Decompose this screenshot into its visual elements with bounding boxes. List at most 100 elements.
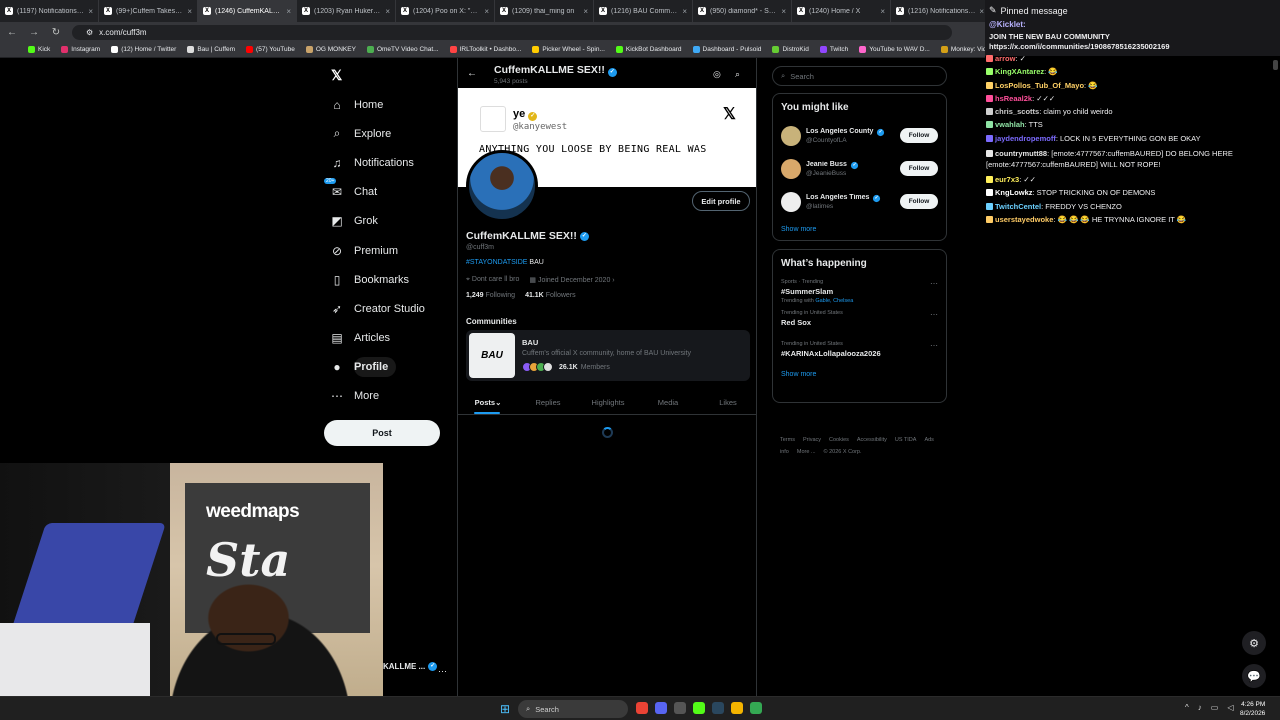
browser-tab[interactable]: X (1246) CuffemKALLME × bbox=[198, 0, 297, 22]
site-info-icon[interactable]: ⚙ bbox=[86, 28, 93, 37]
bio-hashtag[interactable]: #STAYONDATSIDE bbox=[466, 259, 527, 266]
obs-icon[interactable] bbox=[674, 702, 686, 714]
nav-item-chat[interactable]: ✉ 20+ Chat bbox=[324, 178, 464, 207]
forward-icon[interactable]: → bbox=[28, 27, 40, 38]
grok-icon[interactable]: ◎ bbox=[713, 69, 721, 80]
chat-username[interactable]: userstayedwoke bbox=[995, 215, 1053, 224]
chat-username[interactable]: KngLowkz bbox=[995, 188, 1033, 197]
file-explorer-icon[interactable] bbox=[731, 702, 743, 714]
chrome-icon[interactable] bbox=[636, 702, 648, 714]
close-tab-icon[interactable]: × bbox=[979, 7, 984, 16]
back-arrow-icon[interactable]: ← bbox=[467, 68, 477, 79]
profile-avatar[interactable] bbox=[466, 150, 538, 222]
bookmark-item[interactable]: OmeTV Video Chat... bbox=[366, 46, 439, 53]
browser-tab[interactable]: X (1240) Home / X × bbox=[792, 0, 891, 22]
close-tab-icon[interactable]: × bbox=[187, 7, 192, 16]
browser-tab[interactable]: X (950) diamond* - STFU × bbox=[693, 0, 792, 22]
bookmark-item[interactable]: DistroKid bbox=[772, 46, 809, 53]
nav-item-bookmarks[interactable]: ▯ Bookmarks bbox=[324, 265, 464, 294]
footer-link[interactable]: Accessibility bbox=[857, 437, 887, 443]
browser-tab[interactable]: X (1216) BAU Communit × bbox=[594, 0, 693, 22]
tray-chevron-icon[interactable]: ^ bbox=[1185, 703, 1189, 712]
chrome-alt-icon[interactable] bbox=[750, 702, 762, 714]
close-tab-icon[interactable]: × bbox=[583, 7, 588, 16]
nav-item-home[interactable]: ⌂ Home bbox=[324, 90, 464, 119]
follow-button[interactable]: Follow bbox=[900, 194, 938, 209]
tab-replies[interactable]: Replies bbox=[518, 391, 578, 414]
bookmark-item[interactable]: KickBot Dashboard bbox=[615, 46, 682, 53]
follow-suggestion[interactable]: Los Angeles Times ✓ @latimes Follow bbox=[773, 185, 946, 218]
edit-profile-button[interactable]: Edit profile bbox=[692, 191, 750, 211]
bookmark-item[interactable]: IRLToolkit • Dashbo... bbox=[449, 46, 521, 53]
chat-username[interactable]: countrymutt88 bbox=[995, 149, 1047, 158]
network-icon[interactable]: ▭ bbox=[1211, 703, 1219, 712]
following-link[interactable]: 1,249 Following bbox=[466, 292, 515, 299]
nav-item-explore[interactable]: ⌕ Explore bbox=[324, 119, 464, 148]
browser-tab[interactable]: X (1204) Poo on X: "http: × bbox=[396, 0, 495, 22]
close-tab-icon[interactable]: × bbox=[682, 7, 687, 16]
microphone-icon[interactable]: ♪ bbox=[1198, 703, 1202, 712]
bookmark-item[interactable]: Instagram bbox=[61, 46, 100, 53]
nav-item-profile[interactable]: ● Profile bbox=[324, 353, 464, 382]
taskbar-search[interactable]: ⌕ Search bbox=[518, 700, 628, 718]
joined-date[interactable]: ▦ Joined December 2020 › bbox=[529, 276, 614, 284]
footer-link[interactable]: Cookies bbox=[829, 437, 849, 443]
nav-item-more[interactable]: ⋯ More bbox=[324, 382, 464, 411]
bookmark-item[interactable]: (57) YouTube bbox=[246, 46, 295, 53]
close-tab-icon[interactable]: × bbox=[286, 7, 291, 16]
bookmark-item[interactable]: Kick bbox=[28, 46, 50, 53]
tab-highlights[interactable]: Highlights bbox=[578, 391, 638, 414]
volume-icon[interactable]: ◁ bbox=[1227, 703, 1233, 712]
chat-username[interactable]: KingXAntarez bbox=[995, 67, 1044, 76]
back-icon[interactable]: ← bbox=[6, 27, 18, 38]
followers-link[interactable]: 41.1K Followers bbox=[525, 292, 576, 299]
trend-more-icon[interactable]: ⋯ bbox=[930, 310, 938, 319]
windows-start-icon[interactable]: ⊞ bbox=[500, 702, 510, 716]
chat-username[interactable]: arrow bbox=[995, 54, 1015, 63]
browser-tab[interactable]: X (1216) Notifications / X × bbox=[891, 0, 985, 22]
follow-button[interactable]: Follow bbox=[900, 161, 938, 176]
bookmark-item[interactable]: Monkey: Video Chat... bbox=[940, 46, 985, 53]
bookmark-item[interactable]: Picker Wheel - Spin... bbox=[532, 46, 605, 53]
chat-username[interactable]: LosPollos_Tub_Of_Mayo bbox=[995, 81, 1084, 90]
tab-likes[interactable]: Likes bbox=[698, 391, 756, 414]
kick-app-icon[interactable] bbox=[693, 702, 705, 714]
pinned-message[interactable]: ✎ Pinned message @Kicklet: JOIN THE NEW … bbox=[985, 0, 1280, 56]
account-more-icon[interactable]: ⋯ bbox=[438, 666, 447, 677]
url-field[interactable]: ⚙ x.com/cuff3m bbox=[72, 24, 952, 40]
close-tab-icon[interactable]: × bbox=[88, 7, 93, 16]
chat-username[interactable]: hsReaal2k bbox=[995, 94, 1032, 103]
chat-scrollbar[interactable] bbox=[1273, 60, 1278, 70]
follow-button[interactable]: Follow bbox=[900, 128, 938, 143]
bookmark-item[interactable]: (12) Home / Twitter bbox=[111, 46, 176, 53]
nav-item-notifications[interactable]: ♫ Notifications bbox=[324, 148, 464, 177]
trend-more-icon[interactable]: ⋯ bbox=[930, 341, 938, 350]
chat-username[interactable]: jaydendropemoff bbox=[995, 134, 1056, 143]
show-more-link[interactable]: Show more bbox=[781, 226, 946, 233]
close-tab-icon[interactable]: × bbox=[484, 7, 489, 16]
chat-username[interactable]: vwahlah bbox=[995, 120, 1025, 129]
steam-icon[interactable] bbox=[712, 702, 724, 714]
community-card[interactable]: BAU BAU Cuffem's official X community, h… bbox=[466, 330, 750, 381]
footer-link[interactable]: More ... bbox=[797, 449, 816, 455]
footer-link[interactable]: Privacy bbox=[803, 437, 821, 443]
bookmark-item[interactable]: Twitch bbox=[819, 46, 848, 53]
bookmark-item[interactable]: Dashboard - Pulsoid bbox=[692, 46, 761, 53]
tab-posts[interactable]: Posts ⌄ bbox=[458, 391, 518, 414]
search-icon[interactable]: ⌕ bbox=[735, 69, 740, 80]
trend-item[interactable]: Trending in United States #KARINAxLollapa… bbox=[773, 337, 946, 368]
chat-bubble-icon[interactable]: 💬 bbox=[1242, 664, 1266, 688]
browser-tab[interactable]: X (99+)Cuffem Takes Bre × bbox=[99, 0, 198, 22]
nav-item-premium[interactable]: ⊘ Premium bbox=[324, 236, 464, 265]
post-button[interactable]: Post bbox=[324, 420, 440, 446]
reload-icon[interactable]: ↻ bbox=[50, 27, 62, 38]
bookmark-item[interactable]: OG MONKEY bbox=[305, 46, 356, 53]
footer-link[interactable]: Terms bbox=[780, 437, 795, 443]
search-input[interactable]: ⌕ Search bbox=[772, 66, 947, 86]
x-logo-icon[interactable]: 𝕏 bbox=[331, 67, 342, 84]
chat-username[interactable]: eur7x3 bbox=[995, 175, 1019, 184]
follow-suggestion[interactable]: Jeanie Buss ✓ @JeanieBuss Follow bbox=[773, 152, 946, 185]
chat-settings-icon[interactable]: ⚙ bbox=[1242, 631, 1266, 655]
browser-tab[interactable]: X (1197) Notifications / X × bbox=[0, 0, 99, 22]
follow-suggestion[interactable]: Los Angeles County ✓ @CountyofLA Follow bbox=[773, 119, 946, 152]
